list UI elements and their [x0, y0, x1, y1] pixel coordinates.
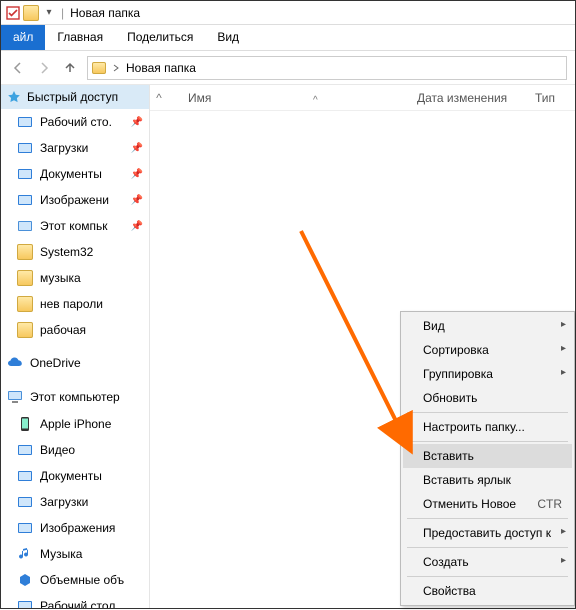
sidebar-item[interactable]: Изображения	[1, 515, 149, 541]
pin-icon: 📌	[131, 143, 143, 154]
ribbon-tabs: айл Главная Поделиться Вид	[1, 25, 575, 51]
sidebar-item[interactable]: рабочая	[1, 317, 149, 343]
onedrive-icon	[7, 355, 23, 371]
sidebar-item-label: Рабочий сто.	[40, 115, 112, 129]
scroll-up-icon[interactable]: ^	[150, 91, 168, 105]
sidebar-item[interactable]: System32	[1, 239, 149, 265]
addressbar: Новая папка	[1, 51, 575, 85]
sidebar-item[interactable]: музыка	[1, 265, 149, 291]
sidebar-item[interactable]: Документы	[1, 463, 149, 489]
ctx-share[interactable]: Предоставить доступ к	[403, 521, 572, 545]
star-icon	[7, 90, 21, 104]
pin-icon: 📌	[131, 195, 143, 206]
tab-share[interactable]: Поделиться	[115, 25, 205, 50]
col-date[interactable]: Дата изменения	[417, 91, 535, 105]
sidebar-item[interactable]: Изображени 📌	[1, 187, 149, 213]
sidebar-item-label: Видео	[40, 443, 75, 457]
ctx-view[interactable]: Вид	[403, 314, 572, 338]
sidebar-item-label: нев пароли	[40, 297, 103, 311]
sidebar-onedrive[interactable]: OneDrive	[1, 349, 149, 377]
sidebar-item[interactable]: Загрузки	[1, 489, 149, 515]
column-headers: ^ Имя ^ Дата изменения Тип	[150, 85, 575, 111]
sidebar-item-label: Рабочий стол	[40, 599, 115, 608]
tab-file[interactable]: айл	[1, 25, 45, 50]
ctx-properties[interactable]: Свойства	[403, 579, 572, 603]
sidebar-item[interactable]: Объемные объ	[1, 567, 149, 593]
sidebar-item[interactable]: Рабочий сто. 📌	[1, 109, 149, 135]
sort-caret-icon: ^	[313, 95, 318, 106]
ctx-customize[interactable]: Настроить папку...	[403, 415, 572, 439]
window-title: Новая папка	[70, 6, 140, 20]
sidebar-item-label: Этот компьютер	[30, 390, 120, 404]
ctx-new[interactable]: Создать	[403, 550, 572, 574]
nav-forward-icon[interactable]	[35, 59, 53, 77]
sidebar-item-label: Этот компьк	[40, 219, 108, 233]
address-folder-icon	[92, 62, 106, 74]
pin-icon: 📌	[131, 169, 143, 180]
sidebar: Быстрый доступ Рабочий сто.📌Загрузки📌Док…	[1, 85, 150, 608]
ctx-sep	[407, 547, 568, 548]
ctx-sep	[407, 412, 568, 413]
col-type[interactable]: Тип	[535, 91, 575, 105]
sidebar-item-label: Музыка	[40, 547, 82, 561]
sidebar-item-label: музыка	[40, 271, 81, 285]
col-name[interactable]: Имя ^	[168, 91, 417, 105]
sidebar-item-label: Изображения	[40, 521, 115, 535]
ctx-refresh[interactable]: Обновить	[403, 386, 572, 410]
sidebar-item[interactable]: Этот компьк 📌	[1, 213, 149, 239]
qat-dropdown-icon[interactable]: ▾	[41, 5, 57, 21]
ctx-paste-shortcut[interactable]: Вставить ярлык	[403, 468, 572, 492]
sidebar-item-label: OneDrive	[30, 356, 81, 370]
sidebar-item-label: Загрузки	[40, 495, 88, 509]
ctx-undo-key: CTR	[537, 497, 562, 511]
sidebar-quick-access[interactable]: Быстрый доступ	[1, 85, 149, 109]
titlebar: ▾ | Новая папка	[1, 1, 575, 25]
nav-back-icon[interactable]	[9, 59, 27, 77]
pin-icon: 📌	[131, 117, 143, 128]
sidebar-thispc[interactable]: Этот компьютер	[1, 383, 149, 411]
sidebar-item-label: рабочая	[40, 323, 86, 337]
context-menu: Вид Сортировка Группировка Обновить Наст…	[400, 311, 575, 606]
ctx-sort[interactable]: Сортировка	[403, 338, 572, 362]
sidebar-item[interactable]: Видео	[1, 437, 149, 463]
titlebar-separator: |	[61, 6, 64, 20]
sidebar-item-label: Документы	[40, 167, 102, 181]
sidebar-item[interactable]: Музыка	[1, 541, 149, 567]
sidebar-item[interactable]: Документы 📌	[1, 161, 149, 187]
ctx-group[interactable]: Группировка	[403, 362, 572, 386]
sidebar-item[interactable]: Apple iPhone	[1, 411, 149, 437]
ctx-undo-label: Отменить Новое	[423, 497, 516, 511]
ctx-sep	[407, 441, 568, 442]
sidebar-section-label: Быстрый доступ	[27, 90, 118, 104]
tab-home[interactable]: Главная	[45, 25, 115, 50]
sidebar-item-label: Apple iPhone	[40, 417, 111, 431]
ctx-paste[interactable]: Вставить	[403, 444, 572, 468]
sidebar-item[interactable]: Рабочий стол	[1, 593, 149, 608]
sidebar-item[interactable]: нев пароли	[1, 291, 149, 317]
tab-view[interactable]: Вид	[205, 25, 251, 50]
sidebar-item-label: Загрузки	[40, 141, 88, 155]
app-icon	[5, 5, 21, 21]
sidebar-item-label: Изображени	[40, 193, 109, 207]
thispc-icon	[7, 389, 23, 405]
ctx-undo[interactable]: Отменить Новое CTR	[403, 492, 572, 516]
chevron-right-icon	[112, 64, 120, 72]
col-label: Имя	[188, 91, 211, 105]
address-box[interactable]: Новая папка	[87, 56, 567, 80]
sidebar-item-label: Объемные объ	[40, 573, 124, 587]
breadcrumb[interactable]: Новая папка	[126, 61, 196, 75]
ctx-sep	[407, 518, 568, 519]
sidebar-item-label: Документы	[40, 469, 102, 483]
ctx-sep	[407, 576, 568, 577]
qat-folder-icon[interactable]	[23, 5, 39, 21]
nav-up-icon[interactable]	[61, 59, 79, 77]
sidebar-item[interactable]: Загрузки 📌	[1, 135, 149, 161]
pin-icon: 📌	[131, 221, 143, 232]
sidebar-item-label: System32	[40, 245, 93, 259]
